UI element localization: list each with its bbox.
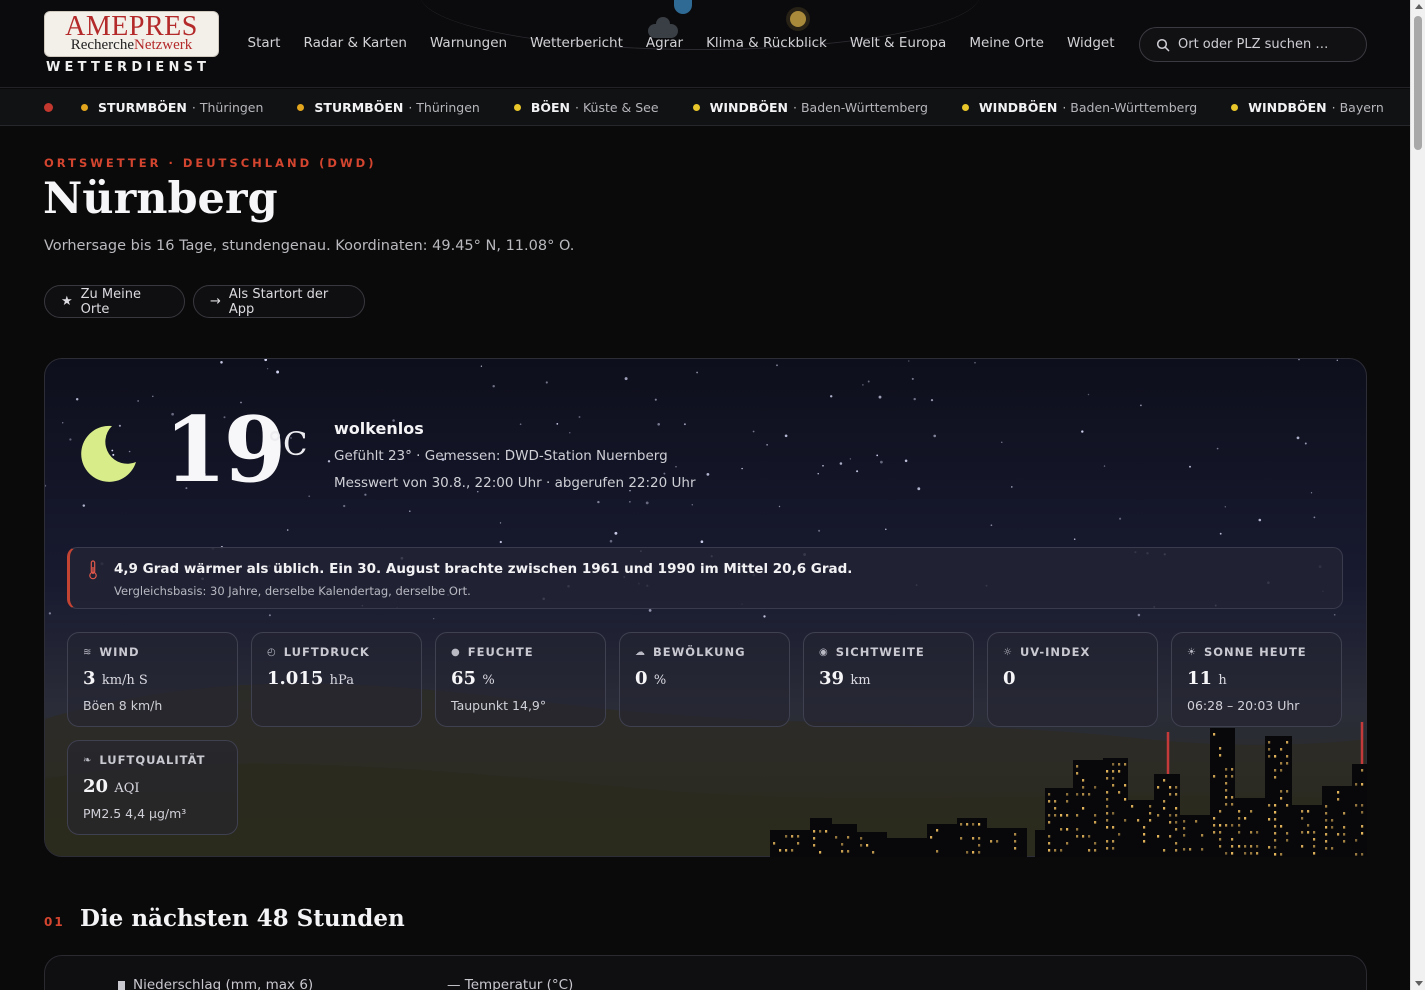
live-indicator xyxy=(44,102,53,112)
ticker-item[interactable]: STURMBÖEN · Thüringen xyxy=(81,100,263,115)
nav-welt[interactable]: Welt & Europa xyxy=(850,35,946,51)
measurement-time: Messwert von 30.8., 22:00 Uhr · abgerufe… xyxy=(334,475,696,491)
warning-dot xyxy=(513,103,521,111)
wind-tile: ≋ WIND 3 km/h S Böen 8 km/h xyxy=(67,632,238,727)
ticker-item[interactable]: WINDBÖEN · Baden-Württemberg xyxy=(692,100,928,115)
sun-today-tile: ☀ SONNE HEUTE 11 h 06:28 – 20:03 Uhr xyxy=(1171,632,1342,727)
add-favorite-button[interactable]: ★ Zu Meine Orte xyxy=(44,285,185,318)
logo[interactable]: AMEPRES RechercheNetzwerk xyxy=(44,11,219,57)
set-start-location-button[interactable]: → Als Startort der App xyxy=(193,285,365,318)
nav-wetterbericht[interactable]: Wetterbericht xyxy=(530,35,623,51)
uv-index-tile: ☼ UV-INDEX 0 xyxy=(987,632,1158,727)
star-icon: ★ xyxy=(61,294,73,309)
sun-icon: ☼ xyxy=(1003,646,1013,658)
sunrise-icon: ☀ xyxy=(1187,646,1197,658)
site-header: AMEPRES RechercheNetzwerk WETTERDIENST S… xyxy=(0,0,1410,88)
sun-icon xyxy=(790,11,806,27)
nav-widget[interactable]: Widget xyxy=(1067,35,1115,51)
nav-warnungen[interactable]: Warnungen xyxy=(430,35,507,51)
logo-tagline: RechercheNetzwerk xyxy=(70,37,193,53)
scroll-up-arrow[interactable] xyxy=(1415,4,1423,9)
arrow-right-icon: → xyxy=(210,294,221,309)
leaf-icon: ❧ xyxy=(83,754,93,766)
temperature-unit: °C xyxy=(267,425,308,463)
pressure-tile: ◴ LUFTDRUCK 1.015 hPa xyxy=(251,632,422,727)
warning-dot xyxy=(692,103,700,111)
legend-temperature: — Temperatur (°C) xyxy=(447,977,574,990)
scrollbar-thumb[interactable] xyxy=(1414,16,1422,150)
bar-legend-swatch xyxy=(118,980,125,990)
anomaly-headline: 4,9 Grad wärmer als üblich. Ein 30. Augu… xyxy=(114,561,853,577)
legend-precipitation: Niederschlag (mm, max 6) xyxy=(118,977,313,990)
droplet-icon: ● xyxy=(451,646,461,658)
ticker-item[interactable]: WINDBÖEN · Bayern xyxy=(1231,100,1384,115)
warning-dot xyxy=(297,103,305,111)
nav-agrar[interactable]: Agrar xyxy=(646,35,683,51)
cloud-cover-tile: ☁ BEWÖLKUNG 0 % xyxy=(619,632,790,727)
page-title: Nürnberg xyxy=(43,174,278,224)
gauge-icon: ◴ xyxy=(267,646,277,658)
thermometer-icon xyxy=(89,560,97,580)
weather-condition: wolkenlos xyxy=(334,419,424,438)
city-skyline-illustration xyxy=(770,722,1367,857)
moon-icon xyxy=(81,425,136,482)
air-quality-tile: ❧ LUFTQUALITÄT 20 AQI PM2.5 4,4 µg/m³ xyxy=(67,740,238,835)
location-eyebrow: ORTSWETTER · DEUTSCHLAND (DWD) xyxy=(44,156,377,170)
warning-dot xyxy=(961,103,969,111)
nav-start[interactable]: Start xyxy=(248,35,281,51)
main-nav: Start Radar & Karten Warnungen Wetterber… xyxy=(236,35,1126,51)
search-box[interactable] xyxy=(1139,27,1367,62)
warning-dot xyxy=(81,103,88,111)
humidity-tile: ● FEUCHTE 65 % Taupunkt 14,9° xyxy=(435,632,606,727)
current-temperature: 19 xyxy=(164,397,286,503)
climate-anomaly-banner: 4,9 Grad wärmer als üblich. Ein 30. Augu… xyxy=(67,547,1343,609)
page-scrollbar[interactable] xyxy=(1410,0,1425,990)
nav-meine-orte[interactable]: Meine Orte xyxy=(969,35,1044,51)
nav-klima[interactable]: Klima & Rückblick xyxy=(706,35,827,51)
ticker-item[interactable]: BÖEN · Küste & See xyxy=(513,100,659,115)
warning-ticker: STURMBÖEN · Thüringen STURMBÖEN · Thüringe… xyxy=(0,89,1410,126)
ticker-item[interactable]: WINDBÖEN · Baden-Württemberg xyxy=(961,100,1197,115)
nav-radar[interactable]: Radar & Karten xyxy=(303,35,406,51)
scroll-down-arrow[interactable] xyxy=(1415,981,1423,986)
location-subline: Vorhersage bis 16 Tage, stundengenau. Ko… xyxy=(44,238,575,254)
search-icon xyxy=(1156,38,1170,51)
section-number: 01 xyxy=(44,915,65,929)
visibility-tile: ◉ SICHTWEITE 39 km xyxy=(803,632,974,727)
wind-icon: ≋ xyxy=(83,646,93,658)
eye-icon: ◉ xyxy=(819,646,829,658)
ticker-item[interactable]: STURMBÖEN · Thüringen xyxy=(297,100,480,115)
search-input[interactable] xyxy=(1178,37,1358,52)
cloud-icon: ☁ xyxy=(635,646,646,658)
logo-subtitle: WETTERDIENST xyxy=(46,60,211,75)
feels-like-station: Gefühlt 23° · Gemessen: DWD-Station Nuer… xyxy=(334,448,668,464)
section-title: Die nächsten 48 Stunden xyxy=(80,905,405,932)
anomaly-basis: Vergleichsbasis: 30 Jahre, derselbe Kale… xyxy=(114,584,471,598)
warning-dot xyxy=(1231,103,1239,111)
